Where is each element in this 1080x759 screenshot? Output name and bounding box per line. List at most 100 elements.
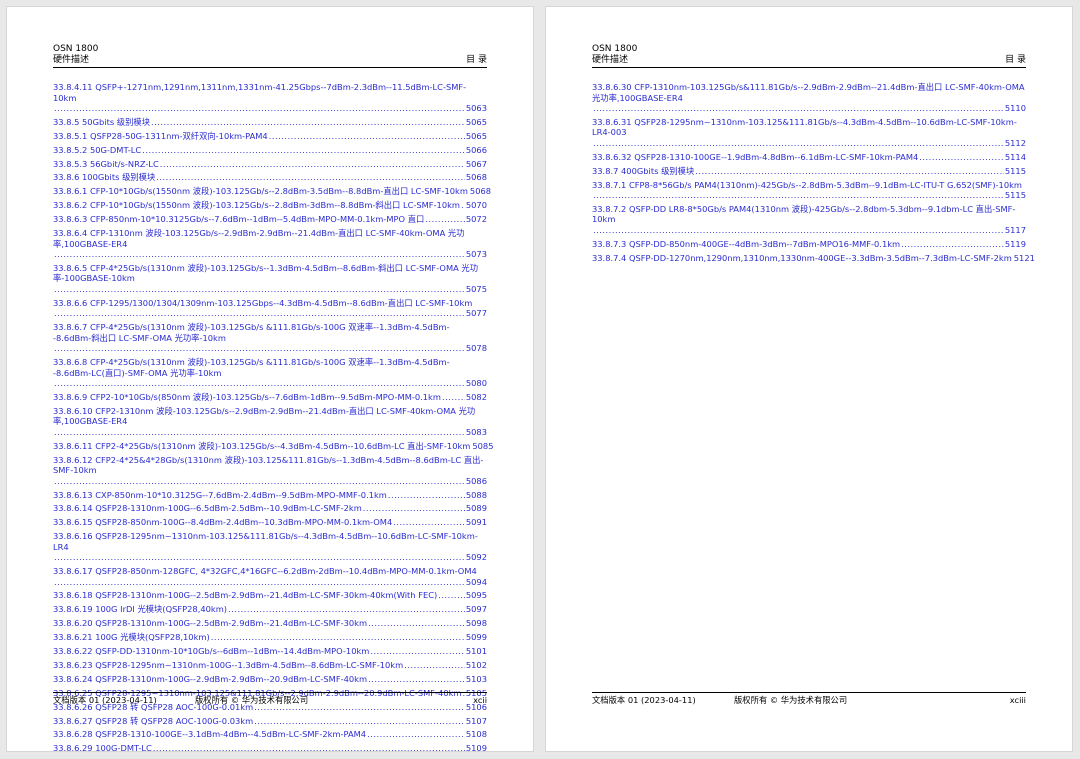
toc-leader-dots <box>442 392 465 403</box>
toc-entry[interactable]: 33.8.6.21 100G 光模块(QSFP28,10km) 5099 <box>53 632 487 643</box>
page-header: OSN 1800 硬件描述 目 录 <box>592 44 1026 68</box>
toc-entry-title: 33.8.7.1 CFP8-8*56Gb/s PAM4(1310nm)-425G… <box>592 179 1022 190</box>
toc-entry[interactable]: 33.8.5.1 QSFP28-50G-1311nm-双纤双向-10km-PAM… <box>53 131 487 142</box>
toc-entry[interactable]: 33.8.6.9 CFP2-10*10Gb/s(850nm 波段)-103.12… <box>53 392 487 403</box>
toc-entry[interactable]: 33.8.6.16 QSFP28-1295nm~1310nm-103.125&1… <box>53 531 487 563</box>
section-title: 目 录 <box>466 55 487 65</box>
toc-entry[interactable]: 33.8.7.2 QSFP-DD LR8-8*50Gb/s PAM4(1310n… <box>592 204 1026 236</box>
toc-entry[interactable]: 33.8.6.3 CFP-850nm-10*10.3125Gb/s--7.6dB… <box>53 214 487 225</box>
toc-entry-page: 5089 <box>465 503 487 514</box>
toc-entry-page: 5072 <box>465 214 487 225</box>
toc-leader-dots <box>593 103 1004 114</box>
toc-entry-page: 5107 <box>465 715 487 726</box>
toc-entry[interactable]: 33.8.7.1 CFP8-8*56Gb/s PAM4(1310nm)-425G… <box>592 180 1026 201</box>
page-footer: 文档版本 01 (2023-04-11) 版权所有 © 华为技术有限公司 xci… <box>592 692 1026 705</box>
toc-entry[interactable]: 33.8.6.5 CFP-4*25Gb/s(1310nm 波段)-103.125… <box>53 263 487 295</box>
toc-entry[interactable]: 33.8.6.13 CXP-850nm-10*10.3125G--7.6dBm-… <box>53 490 487 501</box>
toc-entry-page: 5091 <box>465 517 487 528</box>
toc-entry-page: 5119 <box>1004 238 1026 249</box>
toc-entry[interactable]: 33.8.6.14 QSFP28-1310nm-100G--6.5dBm-2.5… <box>53 503 487 514</box>
toc-leader-dots <box>142 145 465 156</box>
toc-entry-page: 5067 <box>465 158 487 169</box>
toc-entry[interactable]: 33.8.6.1 CFP-10*10Gb/s(1550nm 波段)-103.12… <box>53 186 491 197</box>
toc-leader-dots <box>54 577 465 588</box>
toc-leader-dots <box>438 590 465 601</box>
toc-entry-page: 5065 <box>465 116 487 127</box>
toc-entry-page: 5068 <box>469 186 492 197</box>
toc-entry[interactable]: 33.8.4.11 QSFP+-1271nm,1291nm,1311nm,133… <box>53 82 487 114</box>
toc-leader-dots <box>211 632 465 643</box>
toc-entry-title: 33.8.6.7 CFP-4*25Gb/s(1310nm 波段)-103.125… <box>53 322 450 343</box>
toc-entry-title: 33.8.7.4 QSFP-DD-1270nm,1290nm,1310nm,13… <box>592 252 1012 263</box>
toc-entry[interactable]: 33.8.6.18 QSFP28-1310nm-100G--2.5dBm-2.9… <box>53 590 487 601</box>
toc-entry[interactable]: 33.8.5.3 56Gbit/s-NRZ-LC 5067 <box>53 159 487 170</box>
toc-entry[interactable]: 33.8.6.19 100G IrDI 光模块(QSFP28,40km) 5097 <box>53 604 487 615</box>
toc-entry[interactable]: 33.8.6.6 CFP-1295/1300/1304/1309nm-103.1… <box>53 298 487 319</box>
toc-leader-dots <box>54 343 465 354</box>
toc-entry[interactable]: 33.8.6.32 QSFP28-1310-100GE--1.9dBm-4.8d… <box>592 152 1026 163</box>
toc-leader-dots <box>363 503 465 514</box>
toc-entry[interactable]: 33.8.6.12 CFP2-4*25&4*28Gb/s(1310nm 波段)-… <box>53 455 487 487</box>
toc-entry[interactable]: 33.8.6.30 CFP-1310nm-103.125Gb/s&111.81G… <box>592 82 1026 114</box>
toc-entry[interactable]: 33.8.7.3 QSFP-DD-850nm-400GE--4dBm-3dBm-… <box>592 239 1026 250</box>
toc-entry[interactable]: 33.8.6.28 QSFP28-1310-100GE--3.1dBm-4dBm… <box>53 729 487 740</box>
toc-entry-title: 33.8.6.8 CFP-4*25Gb/s(1310nm 波段)-103.125… <box>53 357 450 378</box>
doc-version: 文档版本 01 (2023-04-11) <box>592 695 696 705</box>
toc-entry[interactable]: 33.8.6.10 CFP2-1310nm 波段-103.125Gb/s--2.… <box>53 406 487 438</box>
toc-entry[interactable]: 33.8.6 100Gbits 级别模块 5068 <box>53 172 487 183</box>
toc-entry[interactable]: 33.8.6.22 QSFP-DD-1310nm-10*10Gb/s--6dBm… <box>53 646 487 657</box>
toc-entry[interactable]: 33.8.5 50Gbits 级别模块 5065 <box>53 117 487 128</box>
toc-entry-page: 5080 <box>465 378 487 389</box>
toc-entry[interactable]: 33.8.6.29 100G-DMT-LC 5109 <box>53 743 487 754</box>
toc-leader-dots <box>593 190 1004 201</box>
toc-entry-page: 5082 <box>465 391 487 402</box>
toc-entry[interactable]: 33.8.6.8 CFP-4*25Gb/s(1310nm 波段)-103.125… <box>53 357 487 389</box>
toc-entry-page: 5115 <box>1004 190 1026 201</box>
toc-leader-dots <box>54 103 465 114</box>
toc-entry-title: 33.8.6.16 QSFP28-1295nm~1310nm-103.125&1… <box>53 531 478 552</box>
toc-entry-title: 33.8.7.3 QSFP-DD-850nm-400GE--4dBm-3dBm-… <box>592 238 901 249</box>
toc-leader-dots <box>54 378 465 389</box>
toc-entry-title: 33.8.6.14 QSFP28-1310nm-100G--6.5dBm-2.5… <box>53 503 362 514</box>
toc-entry[interactable]: 33.8.6.15 QSFP28-850nm-100G--8.4dBm-2.4d… <box>53 517 487 528</box>
toc-entry[interactable]: 33.8.6.2 CFP-10*10Gb/s(1550nm 波段)-103.12… <box>53 200 487 211</box>
toc-entry[interactable]: 33.8.7.4 QSFP-DD-1270nm,1290nm,1310nm,13… <box>592 252 1035 264</box>
toc-entry-page: 5085 <box>472 440 494 451</box>
document-title: 硬件描述 <box>592 55 629 65</box>
toc-entry-title: 33.8.6.32 QSFP28-1310-100GE--1.9dBm-4.8d… <box>592 151 919 162</box>
toc-entry-title: 33.8.6.11 CFP2-4*25Gb/s(1310nm 波段)-103.1… <box>53 440 471 451</box>
toc-entry-page: 5094 <box>465 576 487 587</box>
toc-leader-dots <box>593 138 1004 149</box>
toc-entry-title: 33.8.6.1 CFP-10*10Gb/s(1550nm 波段)-103.12… <box>53 186 468 197</box>
copyright: 版权所有 © 华为技术有限公司 <box>195 695 309 705</box>
toc-entry-page: 5070 <box>465 200 487 211</box>
toc-entry[interactable]: 33.8.6.27 QSFP28 转 QSFP28 AOC-100G-0.03k… <box>53 716 487 727</box>
toc-leader-dots <box>54 308 465 319</box>
toc-entry-title: 33.8.6.17 QSFP28-850nm-128GFC, 4*32GFC,4… <box>53 566 477 577</box>
toc-entry[interactable]: 33.8.6.7 CFP-4*25Gb/s(1310nm 波段)-103.125… <box>53 322 487 354</box>
section-title: 目 录 <box>1005 55 1026 65</box>
toc-entry[interactable]: 33.8.6.31 QSFP28-1295nm~1310nm-103.125&1… <box>592 117 1026 149</box>
toc-entry-page: 5108 <box>465 729 487 740</box>
toc-entry[interactable]: 33.8.6.4 CFP-1310nm 波段-103.125Gb/s--2.9d… <box>53 228 487 260</box>
toc-entry-title: 33.8.6.30 CFP-1310nm-103.125Gb/s&111.81G… <box>592 82 1025 103</box>
toc-entry[interactable]: 33.8.6.11 CFP2-4*25Gb/s(1310nm 波段)-103.1… <box>53 440 494 452</box>
toc-leader-dots <box>54 427 465 438</box>
toc-entry[interactable]: 33.8.6.17 QSFP28-850nm-128GFC, 4*32GFC,4… <box>53 566 487 587</box>
toc-list: 33.8.6.30 CFP-1310nm-103.125Gb/s&111.81G… <box>592 82 1035 267</box>
page-footer: 文档版本 01 (2023-04-11) 版权所有 © 华为技术有限公司 xci… <box>53 692 487 705</box>
document-page-left: OSN 1800 硬件描述 目 录 33.8.4.11 QSFP+-1271nm… <box>6 6 534 753</box>
toc-entry[interactable]: 33.8.6.23 QSFP28-1295nm~1310nm-100G--1.3… <box>53 660 487 671</box>
toc-entry[interactable]: 33.8.7 400Gbits 级别模块 5115 <box>592 166 1026 177</box>
toc-list: 33.8.4.11 QSFP+-1271nm,1291nm,1311nm,133… <box>53 82 494 757</box>
toc-entry[interactable]: 33.8.6.24 QSFP28-1310nm-100G--2.9dBm-2.9… <box>53 674 487 685</box>
toc-entry-title: 33.8.6.29 100G-DMT-LC <box>53 743 152 754</box>
toc-entry[interactable]: 33.8.6.20 QSFP28-1310nm-100G--2.5dBm-2.9… <box>53 618 487 629</box>
document-title: 硬件描述 <box>53 55 90 65</box>
page-number: xcii <box>473 695 487 705</box>
toc-entry-title: 33.8.5.3 56Gbit/s-NRZ-LC <box>53 158 159 169</box>
toc-entry-page: 5110 <box>1004 103 1026 113</box>
toc-entry[interactable]: 33.8.5.2 50G-DMT-LC 5066 <box>53 145 487 156</box>
toc-entry-title: 33.8.6 100Gbits 级别模块 <box>53 172 156 183</box>
toc-leader-dots <box>393 517 465 528</box>
